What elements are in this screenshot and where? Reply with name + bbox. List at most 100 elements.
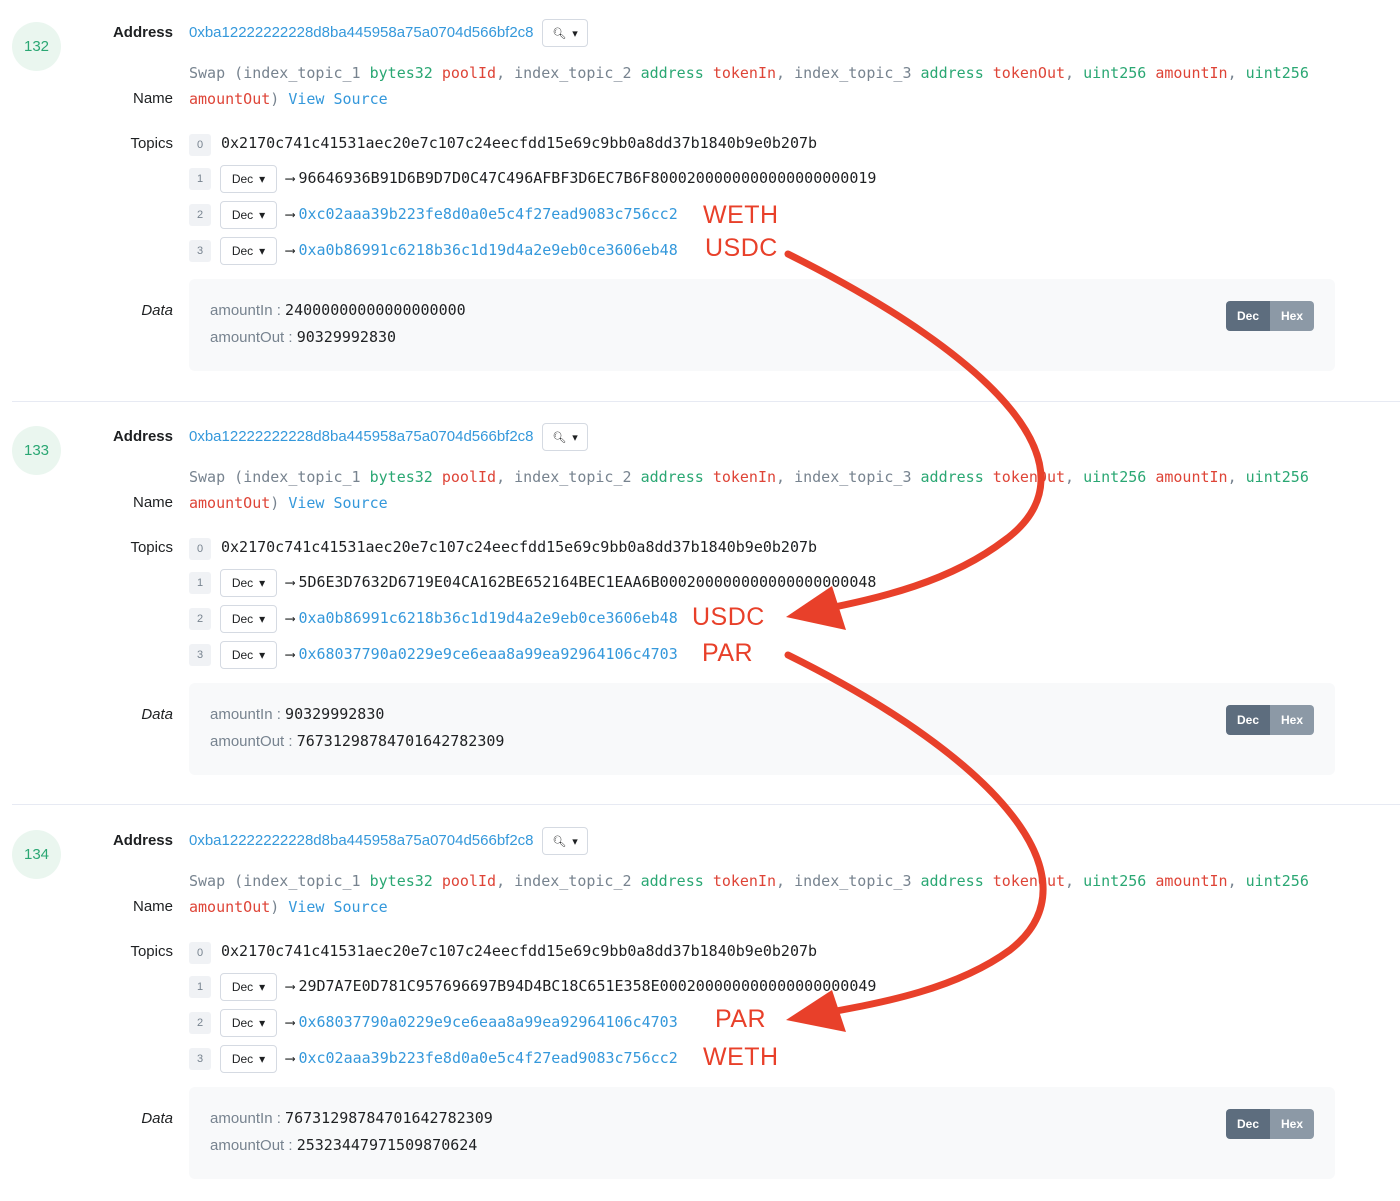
sig-idx: index_topic_1 xyxy=(243,64,370,82)
chevron-down-icon: ▾ xyxy=(259,576,266,590)
topic-format-dropdown[interactable]: Dec ▾ xyxy=(220,569,277,597)
topic-value-3: ⟶ 0xc02aaa39b223fe8d0a0e5c4f27ead9083c756… xyxy=(286,1049,678,1067)
sig-param: amountIn xyxy=(1155,872,1228,890)
topics-label: Topics xyxy=(130,943,173,960)
sig-sep: , xyxy=(1227,872,1246,890)
sig-param: tokenIn xyxy=(712,872,777,890)
sig-param: tokenIn xyxy=(712,468,777,486)
sig-fn: Swap ( xyxy=(189,872,244,890)
address-label: Address xyxy=(112,428,173,445)
topic-value-1: ⟶ 5D6E3D7632D6719E04CA162BE652164BEC1EAA6… xyxy=(286,573,876,591)
token-annotation: PAR xyxy=(702,639,754,667)
data-field-value: 76731298784701642782309 xyxy=(296,732,505,750)
address-zoom-button[interactable]: 🔍︎ ▾ xyxy=(542,423,588,451)
data-field-value: 90329992830 xyxy=(285,705,385,723)
long-right-arrow-icon: ⟶ xyxy=(286,1015,295,1031)
dropdown-label: Dec xyxy=(231,648,254,662)
topic-index-1: 1 xyxy=(189,572,211,594)
topic-format-dropdown[interactable]: Dec ▾ xyxy=(220,1045,277,1073)
hex-button[interactable]: Hex xyxy=(1270,705,1314,735)
sig-param: amountOut xyxy=(189,494,271,512)
topic-format-dropdown[interactable]: Dec ▾ xyxy=(220,201,277,229)
address-zoom-button[interactable]: 🔍︎ ▾ xyxy=(542,827,588,855)
sig-close: ) xyxy=(270,90,280,108)
sig-type: address xyxy=(920,872,984,890)
data-field-value: 90329992830 xyxy=(296,328,397,346)
topic-value-0: 0x2170c741c41531aec20e7c107c24eecfdd15e6… xyxy=(221,134,818,152)
annotation-arrowhead-par xyxy=(786,990,846,1032)
topic-address-link[interactable]: 0x68037790a0229e9ce6eaa8a99ea92964106c47… xyxy=(298,645,677,663)
data-label: Data xyxy=(141,1110,173,1127)
topic-index-0: 0 xyxy=(189,538,211,560)
sig-idx: index_topic_2 xyxy=(514,64,641,82)
sig-sep: , xyxy=(776,872,795,890)
sig-sep: , xyxy=(1227,468,1246,486)
topic-address-link[interactable]: 0x68037790a0229e9ce6eaa8a99ea92964106c47… xyxy=(298,1013,677,1031)
topic-format-dropdown[interactable]: Dec ▾ xyxy=(220,973,277,1001)
sig-type: uint256 xyxy=(1083,64,1147,82)
address-link[interactable]: 0xba12222222228d8ba445958a75a0704d566bf2… xyxy=(189,24,534,41)
topic-value-1: ⟶ 96646936B91D6B9D7D0C47C496AFBF3D6EC7B6F… xyxy=(286,169,876,187)
sig-type: address xyxy=(640,872,704,890)
topic-format-dropdown[interactable]: Dec ▾ xyxy=(220,1009,277,1037)
data-box: amountIn : 24000000000000000000 amountOu… xyxy=(189,279,1335,371)
hex-button[interactable]: Hex xyxy=(1270,301,1314,331)
topic-index-3: 3 xyxy=(189,644,211,666)
sig-idx: index_topic_3 xyxy=(794,468,921,486)
topic-format-dropdown[interactable]: Dec ▾ xyxy=(220,641,277,669)
dec-button[interactable]: Dec xyxy=(1226,705,1270,735)
sig-idx: index_topic_1 xyxy=(243,872,370,890)
dec-button[interactable]: Dec xyxy=(1226,1109,1270,1139)
view-source-link[interactable]: View Source xyxy=(288,90,387,108)
chevron-down-icon: ▾ xyxy=(259,172,266,186)
magnifier-icon: 🔍︎ xyxy=(552,835,567,848)
address-link[interactable]: 0xba12222222228d8ba445958a75a0704d566bf2… xyxy=(189,428,534,445)
topic-address-link[interactable]: 0xa0b86991c6218b36c1d19d4a2e9eb0ce3606eb… xyxy=(298,609,677,627)
token-annotation: PAR xyxy=(715,1005,767,1033)
topic-format-dropdown[interactable]: Dec ▾ xyxy=(220,605,277,633)
address-link[interactable]: 0xba12222222228d8ba445958a75a0704d566bf2… xyxy=(189,832,534,849)
topic-address-link[interactable]: 0xa0b86991c6218b36c1d19d4a2e9eb0ce3606eb… xyxy=(298,241,677,259)
sig-type: address xyxy=(920,64,984,82)
dropdown-label: Dec xyxy=(231,980,254,994)
chevron-down-icon: ▾ xyxy=(572,835,578,848)
sig-type: uint256 xyxy=(1245,468,1309,486)
long-right-arrow-icon: ⟶ xyxy=(286,979,295,995)
topic-format-dropdown[interactable]: Dec ▾ xyxy=(220,237,277,265)
data-field-value: 76731298784701642782309 xyxy=(285,1109,493,1127)
data-field-name: amountIn : xyxy=(210,706,286,723)
chevron-down-icon: ▾ xyxy=(572,27,578,40)
long-right-arrow-icon: ⟶ xyxy=(286,207,295,223)
data-row-amountout: amountOut : 25323447971509870624 xyxy=(210,1136,477,1154)
topic-address-link[interactable]: 0xc02aaa39b223fe8d0a0e5c4f27ead9083c756c… xyxy=(298,1049,677,1067)
sig-type: address xyxy=(640,468,704,486)
data-box: amountIn : 90329992830 amountOut : 76731… xyxy=(189,683,1335,775)
hex-button[interactable]: Hex xyxy=(1270,1109,1314,1139)
sig-sep: , xyxy=(496,64,515,82)
format-toggle: Dec Hex xyxy=(1226,705,1314,735)
dec-button[interactable]: Dec xyxy=(1226,301,1270,331)
long-right-arrow-icon: ⟶ xyxy=(286,1051,295,1067)
token-annotation: USDC xyxy=(692,603,765,631)
topic-address-link[interactable]: 0xc02aaa39b223fe8d0a0e5c4f27ead9083c756c… xyxy=(298,205,677,223)
sig-param: amountOut xyxy=(189,90,271,108)
sig-sep: , xyxy=(1065,64,1084,82)
dropdown-label: Dec xyxy=(231,576,254,590)
view-source-link[interactable]: View Source xyxy=(288,494,387,512)
topic-format-dropdown[interactable]: Dec ▾ xyxy=(220,165,277,193)
topics-label: Topics xyxy=(130,135,173,152)
dropdown-label: Dec xyxy=(231,1016,254,1030)
annotation-arrowhead-usdc xyxy=(786,586,846,630)
address-zoom-button[interactable]: 🔍︎ ▾ xyxy=(542,19,588,47)
topic-value-1: ⟶ 29D7A7E0D781C957696697B94D4BC18C651E358… xyxy=(286,977,876,995)
dropdown-label: Dec xyxy=(231,172,254,186)
sig-param: tokenOut xyxy=(992,64,1066,82)
chevron-down-icon: ▾ xyxy=(259,244,266,258)
topics-label: Topics xyxy=(130,539,173,556)
address-label: Address xyxy=(112,24,173,41)
data-row-amountout: amountOut : 90329992830 xyxy=(210,328,396,346)
sig-param: tokenIn xyxy=(712,64,777,82)
token-annotation: WETH xyxy=(703,1043,779,1071)
dropdown-label: Dec xyxy=(231,244,254,258)
view-source-link[interactable]: View Source xyxy=(288,898,387,916)
